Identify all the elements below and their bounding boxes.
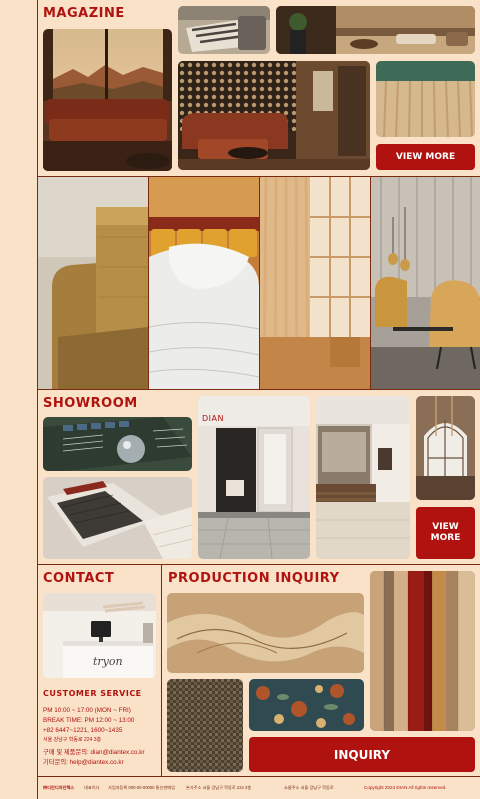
footer-copyright: Copyright 2024 DIAN All rights reserved. (364, 785, 447, 790)
service-address: 서울 강남구 학동로 224 3층 (43, 737, 102, 743)
gallery-image-bed[interactable] (149, 177, 259, 389)
magazine-heading: MAGAZINE (43, 6, 125, 21)
service-phone[interactable]: +82 6447~1221, 1600~1435 (43, 726, 122, 736)
magazine-view-more-button[interactable]: VIEW MORE (376, 144, 475, 170)
showroom-heading: SHOWROOM (43, 396, 138, 411)
production-image-sheer-fabric[interactable] (167, 593, 364, 673)
production-inquiry-heading: PRODUCTION INQUIRY (168, 571, 340, 586)
showroom-image-storefront[interactable]: DIAN (198, 396, 310, 559)
magazine-image-striped-chair[interactable] (178, 6, 270, 54)
footer-address: 본사주소 서울 강남구 학동로 224 3층 (186, 785, 252, 790)
view-more-line-1: VIEW (432, 522, 459, 532)
view-more-line-2: MORE (430, 533, 461, 543)
gallery-image-armchair[interactable] (38, 177, 148, 389)
contact-heading: CONTACT (43, 571, 115, 586)
magazine-image-lounge[interactable] (276, 6, 475, 54)
service-break-time: BREAK TIME: PM 12:00 ~ 13:00 (43, 717, 135, 724)
svg-text:tryon: tryon (93, 655, 123, 668)
footer-showroom: 쇼룸주소 서울 강남구 학동로 (284, 785, 334, 790)
showroom-image-arched-window[interactable] (416, 396, 475, 500)
inquiry-button[interactable]: INQUIRY (249, 737, 475, 772)
production-image-woven-texture[interactable] (167, 679, 243, 772)
section-divider (37, 776, 480, 777)
footer-business-no: 사업자등록 000-00-00000 통신판매업 (108, 785, 175, 790)
section-divider (37, 389, 480, 390)
showroom-image-fabric-samples[interactable] (43, 477, 192, 559)
production-image-curtain-fabric[interactable] (370, 571, 475, 731)
customer-service-heading: CUSTOMER SERVICE (43, 689, 142, 698)
contact-divider (161, 565, 162, 776)
magazine-image-sheer-curtain[interactable] (376, 61, 475, 137)
storefront-sign: DIAN (202, 414, 224, 423)
showroom-image-interior[interactable] (316, 396, 410, 559)
footer-company: ㈜디안디자인텍스 (43, 785, 75, 790)
gallery-image-lounge-chairs[interactable] (371, 177, 480, 389)
section-divider (37, 564, 480, 565)
showroom-view-more-button[interactable]: VIEW MORE (416, 507, 475, 559)
contact-image-reception[interactable]: tryon (43, 593, 156, 678)
other-email[interactable]: 기타문의: help@diantex.co.kr (43, 758, 124, 768)
magazine-image-sofa[interactable] (43, 29, 172, 171)
footer-ceo: 대표이사 (84, 785, 100, 790)
service-hours: PM 10:00 ~ 17:00 (MON ~ FRI) (43, 707, 131, 714)
purchase-email[interactable]: 구매 및 제품문의: dian@diantex.co.kr (43, 748, 145, 758)
showroom-image-swatch-book[interactable] (43, 417, 192, 471)
magazine-image-velvet-lounge[interactable] (178, 61, 370, 170)
production-image-floral-print[interactable] (249, 679, 364, 731)
gallery-image-window[interactable] (260, 177, 370, 389)
